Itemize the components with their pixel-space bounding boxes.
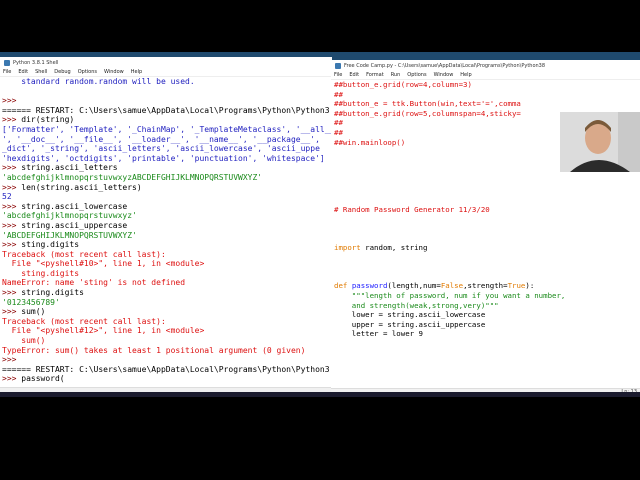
shell-title: Python 3.8.1 Shell [13, 59, 59, 66]
shell-menu-debug[interactable]: Debug [54, 69, 70, 75]
editor-line: """length of password, num if you want a… [334, 291, 566, 301]
shell-line: File "<pyshell#10>", line 1, in <module> [2, 259, 205, 269]
shell-line: Traceback (most recent call last): [2, 316, 166, 326]
editor-menu-run[interactable]: Run [391, 72, 401, 78]
shell-line: >>> len(string.ascii_letters) [2, 182, 142, 192]
editor-title: Free Code Camp.py - C:\Users\samue\AppDa… [344, 62, 546, 69]
shell-menu-help[interactable]: Help [131, 69, 142, 75]
shell-menubar: File Edit Shell Debug Options Window Hel… [0, 68, 332, 77]
editor-titlebar[interactable]: Free Code Camp.py - C:\Users\samue\AppDa… [331, 60, 640, 71]
editor-line: lower = string.ascii_lowercase [334, 310, 486, 320]
shell-line: 'abcdefghijklmnopqrstuvwxyzABCDEFGHIJKLM… [2, 172, 263, 182]
shell-line: ', '__doc__', '__file__', '__loader__', … [2, 134, 320, 144]
editor-menu-window[interactable]: Window [434, 72, 454, 78]
shell-line: >>> sum() [2, 307, 46, 317]
shell-line: Traceback (most recent call last): [2, 249, 166, 259]
shell-line: NameError: name 'sting' is not defined [2, 278, 186, 288]
shell-menu-shell[interactable]: Shell [35, 69, 47, 75]
editor-line: ## [334, 89, 343, 99]
shell-menu-edit[interactable]: Edit [18, 69, 28, 75]
shell-line: >>> dir(string) [2, 115, 75, 125]
desktop: Python 3.8.1 Shell File Edit Shell Debug… [0, 52, 640, 396]
shell-line: >>> string.ascii_uppercase [2, 220, 128, 230]
shell-line: TypeError: sum() takes at least 1 positi… [2, 345, 306, 355]
shell-line: sting.digits [2, 268, 80, 278]
shell-line: >>> [2, 355, 17, 365]
editor-line: ##button_e = ttk.Button(win,text='=',com… [334, 99, 521, 109]
shell-menu-window[interactable]: Window [104, 69, 124, 75]
shell-line: 52 [2, 192, 12, 202]
shell-line: ['Formatter', 'Template', '_ChainMap', '… [2, 124, 332, 134]
python-icon [4, 59, 10, 66]
shell-line: _dict', '_string', 'ascii_letters', 'asc… [2, 144, 320, 154]
shell-output[interactable]: standard random.random will be used. >>> =… [0, 77, 332, 396]
shell-line: >>> string.ascii_letters [2, 163, 118, 173]
editor-menu-edit[interactable]: Edit [349, 72, 359, 78]
shell-line: >>> password( [2, 374, 65, 384]
editor-window[interactable]: Free Code Camp.py - C:\Users\samue\AppDa… [331, 60, 640, 396]
shell-line: sum() [2, 336, 46, 346]
editor-line: import random, string [334, 243, 428, 253]
shell-line: '0123456789' [2, 297, 60, 307]
shell-menu-file[interactable]: File [3, 69, 11, 75]
editor-menu-options[interactable]: Options [407, 72, 426, 78]
shell-line: >>> string.ascii_lowercase [2, 201, 128, 211]
shell-line: File "<pyshell#12>", line 1, in <module> [2, 326, 205, 336]
editor-menu-help[interactable]: Help [460, 72, 471, 78]
python-shell-window[interactable]: Python 3.8.1 Shell File Edit Shell Debug… [0, 57, 332, 396]
editor-menu-format[interactable]: Format [366, 72, 384, 78]
shell-menu-options[interactable]: Options [78, 69, 97, 75]
taskbar [0, 392, 640, 397]
webcam-overlay [560, 112, 640, 172]
editor-line: letter = lower 9 [334, 329, 423, 339]
person-silhouette-icon [560, 112, 640, 172]
python-file-icon [335, 62, 341, 69]
shell-line: ====== RESTART: C:\Users\samue\AppData\L… [2, 364, 330, 374]
editor-menu-file[interactable]: File [334, 72, 342, 78]
shell-line: 'ABCDEFGHIJKLMNOPQRSTUVWXYZ' [2, 230, 137, 240]
editor-line: upper = string.ascii_uppercase [334, 319, 486, 329]
editor-line: ##button_e.grid(row=4,column=3) [334, 80, 472, 89]
editor-line: def password(length,num=False,strength=T… [334, 281, 535, 291]
editor-line: # Random Password Generator 11/3/20 [334, 204, 490, 214]
shell-line: ====== RESTART: C:\Users\samue\AppData\L… [2, 105, 330, 115]
shell-line: >>> string.digits [2, 288, 84, 298]
editor-menubar: File Edit Format Run Options Window Help [331, 71, 640, 80]
shell-line: >>> sting.digits [2, 240, 80, 250]
shell-line: 'abcdefghijklmnopqrstuvwxyz' [2, 211, 137, 221]
shell-line: 'hexdigits', 'octdigits', 'printable', '… [2, 153, 325, 163]
editor-line: and strength(weak,strong,very)""" [334, 300, 499, 310]
shell-line: >>> [2, 96, 17, 106]
shell-line: standard random.random will be used. [2, 77, 195, 86]
shell-titlebar[interactable]: Python 3.8.1 Shell [0, 57, 332, 68]
